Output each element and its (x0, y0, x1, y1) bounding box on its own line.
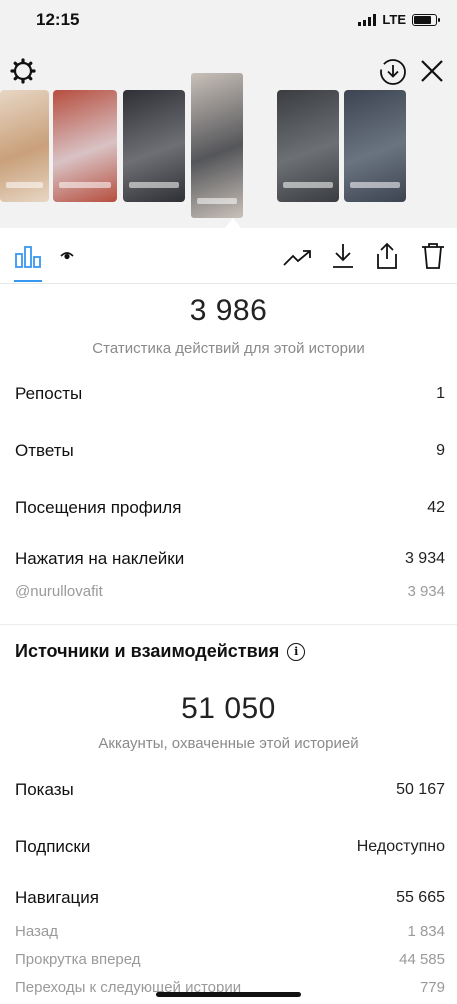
stat-label: Ответы (15, 441, 74, 460)
download-icon[interactable] (331, 242, 355, 270)
battery-icon (412, 13, 440, 26)
stat-label: Нажатия на наклейки (15, 549, 185, 568)
sticker-username[interactable]: @nurullovafit (15, 583, 103, 600)
insights-toolbar (0, 228, 457, 284)
stat-value: 3 934 (404, 550, 445, 567)
discovery-subtitle: Аккаунты, охваченные этой историей (98, 735, 359, 752)
battery-level (414, 15, 431, 24)
stat-row-impressions: Показы 50 167 (15, 780, 445, 800)
stat-row-navigation: Навигация 55 665 (15, 888, 445, 908)
section-divider (0, 624, 457, 625)
trash-icon[interactable] (421, 242, 445, 270)
stat-label: Показы (15, 780, 74, 799)
nav-label: Назад (15, 923, 58, 940)
story-caption (350, 182, 400, 188)
stat-label: Навигация (15, 888, 99, 907)
selected-story-pointer (225, 218, 241, 228)
info-icon[interactable]: i (287, 642, 306, 661)
story-thumbnail[interactable] (53, 90, 117, 202)
bar-chart-icon[interactable] (14, 244, 42, 270)
story-caption (283, 182, 333, 188)
stat-value: 1 (436, 385, 445, 402)
nav-value: 44 585 (399, 951, 445, 968)
story-caption (129, 182, 179, 188)
stat-value: 50 167 (396, 781, 445, 798)
status-indicators: LTE (358, 12, 440, 27)
home-indicator (156, 992, 301, 997)
story-caption (197, 198, 237, 204)
story-thumbnail[interactable] (277, 90, 339, 202)
stat-row-replies[interactable]: Ответы 9 (15, 441, 445, 461)
stat-label: Посещения профиля (15, 498, 182, 517)
active-tab-indicator (14, 280, 42, 282)
nav-value: 1 834 (407, 923, 445, 940)
nav-value: 779 (419, 979, 445, 996)
nav-row-back: Назад 1 834 (15, 923, 445, 940)
stat-row-sticker-mention[interactable]: @nurullovafit 3 934 (15, 583, 445, 600)
stat-value: 3 934 (407, 583, 445, 600)
nav-label: Прокрутка вперед (15, 951, 141, 968)
stat-label: Подписки (15, 837, 91, 856)
stat-value: 55 665 (396, 889, 445, 906)
actions-subtitle: Статистика действий для этой истории (92, 340, 365, 357)
story-thumbnail[interactable] (344, 90, 406, 202)
trending-up-icon[interactable] (283, 248, 313, 268)
stat-value: Недоступно (356, 838, 445, 855)
stat-row-profile-visits: Посещения профиля 42 (15, 498, 445, 518)
signal-icon (358, 13, 377, 26)
eye-icon[interactable] (60, 250, 74, 262)
discovery-total: 51 050 (181, 692, 276, 725)
story-header (0, 40, 457, 228)
status-bar: 12:15 LTE (0, 0, 457, 40)
story-thumbnail[interactable] (0, 90, 49, 202)
story-thumbnail[interactable] (123, 90, 185, 202)
story-thumbnail-selected[interactable] (191, 73, 243, 218)
stat-row-sticker-taps: Нажатия на наклейки 3 934 (15, 549, 445, 569)
nav-row-forward: Прокрутка вперед 44 585 (15, 951, 445, 968)
share-icon[interactable] (374, 242, 400, 270)
stat-row-reposts: Репосты 1 (15, 384, 445, 404)
stat-label: Репосты (15, 384, 83, 403)
stat-value: 42 (427, 499, 445, 516)
story-caption (59, 182, 111, 188)
discovery-heading-text: Источники и взаимодействия (15, 641, 280, 661)
actions-total: 3 986 (189, 294, 268, 327)
network-label: LTE (382, 12, 406, 27)
status-time: 12:15 (36, 10, 80, 29)
story-thumbnail-strip (0, 73, 457, 218)
discovery-heading: Источники и взаимодействия i (15, 641, 306, 662)
stat-value: 9 (436, 442, 445, 459)
story-caption (6, 182, 43, 188)
stat-row-follows: Подписки Недоступно (15, 837, 445, 857)
